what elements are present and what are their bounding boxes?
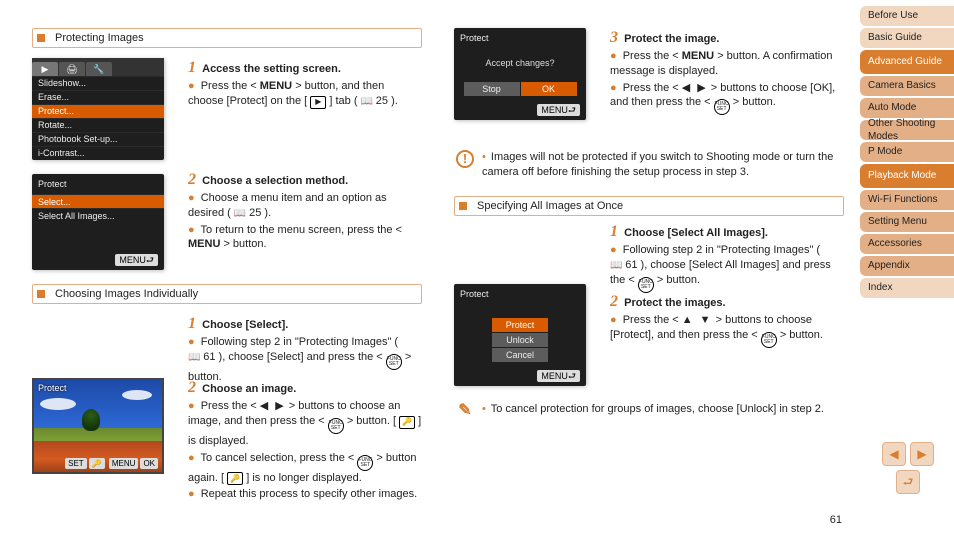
up-down-arrows-icon: ▲ ▼ xyxy=(682,314,713,326)
manual-ref[interactable]: 61 xyxy=(188,350,215,365)
step-title: Choose a selection method. xyxy=(202,175,348,187)
play-tab-icon: ▶ xyxy=(310,96,326,109)
lcd-menu: ▶ 🖨 🔧 Slideshow... Erase... Protect... R… xyxy=(32,58,164,160)
heading-protecting-images: Protecting Images xyxy=(32,28,422,48)
tab-playback-mode[interactable]: Playback Mode xyxy=(860,164,954,188)
lcd-menu-tabs: ▶ 🖨 🔧 xyxy=(32,58,164,76)
func-set-icon: FUNCSET xyxy=(714,99,730,115)
heading-all-images: Specifying All Images at Once xyxy=(454,196,844,216)
lcd-tab-setup: 🔧 xyxy=(86,62,112,76)
left-right-arrows-icon: ◀ ▶ xyxy=(682,82,708,94)
lcd-select-item-highlight: Select... xyxy=(32,194,164,208)
step-title: Choose an image. xyxy=(202,383,296,395)
note-text: To cancel protection for groups of image… xyxy=(491,403,824,415)
prev-page-button[interactable]: ◀ xyxy=(882,442,906,466)
tab-setting-menu[interactable]: Setting Menu xyxy=(860,212,954,232)
step-title: Protect the image. xyxy=(624,33,719,45)
caution-text: Images will not be protected if you swit… xyxy=(482,151,833,178)
lcd-menu-item: Slideshow... xyxy=(32,76,164,90)
lcd-all-unlock: Unlock xyxy=(492,333,548,347)
step-title: Choose [Select All Images]. xyxy=(624,227,768,239)
menu-label: MENU xyxy=(188,238,220,250)
lcd-photo: Protect SET🔑 MENUOK xyxy=(32,378,164,474)
caution-icon: ! xyxy=(456,150,474,168)
lcd-select-item: Select All Images... xyxy=(32,208,164,222)
key-icon: 🔑 xyxy=(399,416,415,429)
lcd-confirm-ok: OK xyxy=(521,82,577,96)
lcd-header: Protect xyxy=(454,28,586,48)
tab-index[interactable]: Index xyxy=(860,278,954,298)
step-protect-2: 2 Choose a selection method. ● Choose a … xyxy=(188,170,422,254)
step-title: Access the setting screen. xyxy=(202,63,341,75)
side-nav: Before Use Basic Guide Advanced Guide Ca… xyxy=(860,6,954,300)
key-icon: 🔑 xyxy=(227,472,243,485)
step-confirm-3: 3 Protect the image. ● Press the < MENU … xyxy=(610,28,844,117)
lcd-confirm-message: Accept changes? xyxy=(454,48,586,78)
func-set-icon: FUNCSET xyxy=(638,277,654,293)
back-button[interactable]: ⮐ xyxy=(896,470,920,494)
func-set-icon: FUNCSET xyxy=(357,455,373,471)
note: ✎ • To cancel protection for groups of i… xyxy=(456,402,824,420)
lcd-confirm: Protect Accept changes? Stop OK MENU⮐ xyxy=(454,28,586,120)
func-set-icon: FUNCSET xyxy=(386,354,402,370)
step-indiv-2: 2 Choose an image. ● Press the < ◀ ▶ > b… xyxy=(188,378,422,504)
menu-label: MENU xyxy=(682,50,714,62)
lcd-footer: MENU⮐ xyxy=(454,368,586,386)
pencil-icon: ✎ xyxy=(456,402,474,420)
tab-camera-basics[interactable]: Camera Basics xyxy=(860,76,954,96)
lcd-footer: MENU⮐ xyxy=(454,102,586,120)
tab-advanced-guide[interactable]: Advanced Guide xyxy=(860,50,954,74)
tab-other-modes[interactable]: Other Shooting Modes xyxy=(860,120,954,140)
caution-note: ! • Images will not be protected if you … xyxy=(456,150,842,180)
heading-text: Specifying All Images at Once xyxy=(477,199,623,214)
lcd-menu-item: i-Contrast... xyxy=(32,146,164,160)
heading-choosing-individually: Choosing Images Individually xyxy=(32,284,422,304)
step-title: Protect the images. xyxy=(624,297,725,309)
left-right-arrows-icon: ◀ ▶ xyxy=(260,400,286,412)
tab-basic-guide[interactable]: Basic Guide xyxy=(860,28,954,48)
step-indiv-1: 1 Choose [Select]. ● Following step 2 in… xyxy=(188,314,422,387)
lcd-select: Protect Select... Select All Images... M… xyxy=(32,174,164,270)
manual-ref[interactable]: 25 xyxy=(234,206,261,221)
tab-appendix[interactable]: Appendix xyxy=(860,256,954,276)
tab-p-mode[interactable]: P Mode xyxy=(860,142,954,162)
lcd-confirm-stop: Stop xyxy=(464,82,520,96)
menu-label: MENU xyxy=(260,80,292,92)
func-set-icon: FUNCSET xyxy=(761,332,777,348)
photo-protect-tag: Protect xyxy=(38,382,67,394)
page-number: 61 xyxy=(830,513,842,528)
step-all-2: 2 Protect the images. ● Press the < ▲ ▼ … xyxy=(610,292,844,350)
step-protect-1: 1 Access the setting screen. ● Press the… xyxy=(188,58,422,111)
heading-text: Choosing Images Individually xyxy=(55,287,198,302)
tab-auto-mode[interactable]: Auto Mode xyxy=(860,98,954,118)
tab-wifi[interactable]: Wi-Fi Functions xyxy=(860,190,954,210)
photo-footer: SET🔑 MENUOK xyxy=(63,459,158,470)
lcd-header: Protect xyxy=(454,284,586,304)
manual-ref[interactable]: 61 xyxy=(610,258,637,273)
lcd-tab-play: ▶ xyxy=(32,62,58,76)
lcd-menu-item: Rotate... xyxy=(32,118,164,132)
tab-accessories[interactable]: Accessories xyxy=(860,234,954,254)
page-nav: ◀ ▶ ⮐ xyxy=(882,442,934,494)
lcd-all-images: Protect Protect Unlock Cancel MENU⮐ xyxy=(454,284,586,386)
heading-text: Protecting Images xyxy=(55,31,144,46)
step-all-1: 1 Choose [Select All Images]. ● Followin… xyxy=(610,222,844,295)
tab-before-use[interactable]: Before Use xyxy=(860,6,954,26)
lcd-menu-item: Erase... xyxy=(32,90,164,104)
func-set-icon: FUNCSET xyxy=(328,418,344,434)
lcd-header: Protect xyxy=(32,174,164,194)
lcd-tab-print: 🖨 xyxy=(59,62,85,76)
step-title: Choose [Select]. xyxy=(202,319,288,331)
lcd-menu-item: Photobook Set-up... xyxy=(32,132,164,146)
lcd-all-protect: Protect xyxy=(492,318,548,332)
next-page-button[interactable]: ▶ xyxy=(910,442,934,466)
lcd-all-cancel: Cancel xyxy=(492,348,548,362)
lcd-footer: MENU⮐ xyxy=(32,252,164,270)
lcd-menu-item-highlight: Protect... xyxy=(32,104,164,118)
manual-ref[interactable]: 25 xyxy=(361,94,388,109)
